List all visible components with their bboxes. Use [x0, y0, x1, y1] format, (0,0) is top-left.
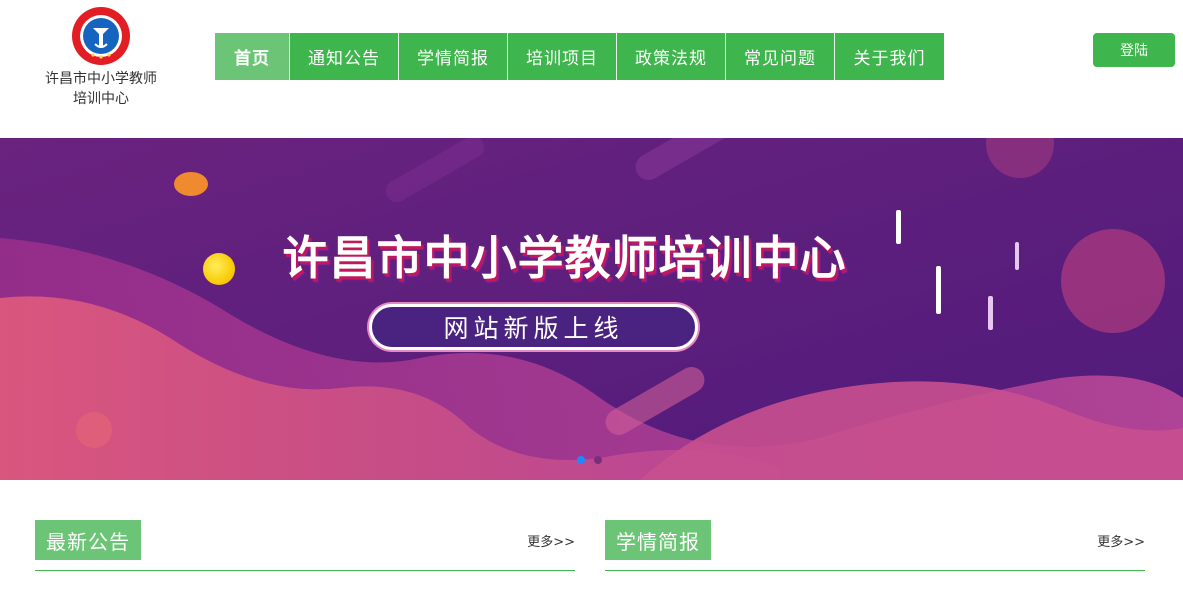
site-name-line2: 培训中心 [73, 91, 129, 107]
site-logo[interactable]: 许昌市中小学教师 培训中心 [40, 6, 162, 109]
nav-item-faq[interactable]: 常见问题 [726, 33, 835, 80]
notices-section: 最新公告 更多>> [35, 520, 575, 571]
banner-carousel[interactable]: 许昌市中小学教师培训中心 网站新版上线 [0, 138, 1183, 480]
carousel-dot-2[interactable] [594, 456, 602, 464]
carousel-dot-1[interactable] [577, 456, 585, 464]
main-nav: 首页 通知公告 学情简报 培训项目 政策法规 常见问题 关于我们 [215, 33, 944, 80]
notices-more-link[interactable]: 更多>> [527, 531, 575, 550]
banner-title-text: 许昌市中小学教师培训中心 [282, 231, 847, 285]
reports-section-title: 学情简报 [605, 520, 711, 560]
site-header: 许昌市中小学教师 培训中心 首页 通知公告 学情简报 培训项目 政策法规 常见问… [0, 0, 1183, 138]
nav-item-home[interactable]: 首页 [215, 33, 290, 80]
carousel-indicators [577, 456, 602, 464]
site-name: 许昌市中小学教师 培训中心 [40, 69, 162, 109]
notices-section-title: 最新公告 [35, 520, 141, 560]
banner-subtitle: 网站新版上线 [369, 304, 698, 350]
reports-section: 学情简报 更多>> [605, 520, 1145, 571]
login-button[interactable]: 登陆 [1093, 33, 1175, 67]
school-emblem-icon [72, 7, 130, 65]
nav-item-policies[interactable]: 政策法规 [617, 33, 726, 80]
nav-item-notices[interactable]: 通知公告 [290, 33, 399, 80]
nav-item-training-projects[interactable]: 培训项目 [508, 33, 617, 80]
banner-title: 许昌市中小学教师培训中心 [0, 222, 1183, 288]
site-name-line1: 许昌市中小学教师 [45, 71, 157, 87]
nav-item-reports[interactable]: 学情简报 [399, 33, 508, 80]
nav-item-about[interactable]: 关于我们 [835, 33, 944, 80]
reports-more-link[interactable]: 更多>> [1097, 531, 1145, 550]
